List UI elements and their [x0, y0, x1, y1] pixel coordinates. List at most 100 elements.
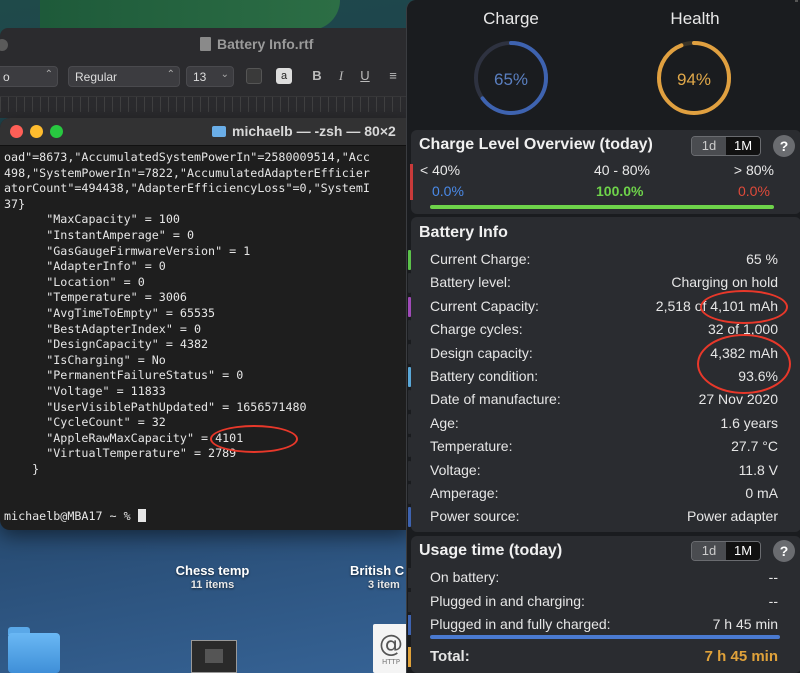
terminal-line: "InstantAmperage" = 0 — [4, 227, 194, 242]
terminal-line: "UserVisiblePathUpdated" = 1656571480 — [4, 399, 307, 414]
terminal-line: "PermanentFailureStatus" = 0 — [4, 368, 244, 383]
row-marker — [408, 591, 411, 612]
info-value: 2,518 of 4,101 mAh — [655, 297, 778, 314]
row-marker — [408, 320, 411, 341]
textedit-ruler — [0, 96, 410, 112]
textedit-toolbar: o ⌃ Regular ⌃ 13 ⌄ a B I U ≡ — [0, 66, 410, 92]
info-label: Amperage: — [430, 485, 499, 501]
period-1d-button[interactable]: 1d — [692, 137, 726, 155]
terminal-cursor — [137, 508, 146, 522]
info-label: Design capacity: — [430, 344, 533, 361]
textedit-window[interactable]: Battery Info.rtf o ⌃ Regular ⌃ 13 ⌄ a B I U… — [0, 28, 410, 118]
font-style-select[interactable]: Regular ⌃ — [68, 66, 180, 87]
overview-labels: < 40% 40 - 80% > 80% — [420, 162, 780, 180]
info-label: Temperature: — [430, 438, 513, 455]
terminal-line: "CycleCount" = 32 — [4, 415, 166, 430]
terminal-line: "AppleRawMaxCapacity" = 4101 — [4, 430, 244, 445]
folder-icon[interactable] — [8, 627, 60, 673]
window-close-button[interactable] — [0, 39, 8, 51]
row-marker — [408, 568, 411, 588]
overview-period-toggle[interactable]: 1d 1M — [691, 136, 761, 156]
row-marker — [408, 507, 411, 528]
battery-info-row: Temperature: 27.7 °C — [408, 435, 788, 458]
usage-value: -- — [768, 569, 778, 585]
overview-mid-value: 100.0% — [596, 183, 644, 199]
battery-info-row: Current Capacity: 2,518 of 4,101 mAh — [408, 295, 788, 318]
terminal-line: "AvgTimeToEmpty" = 65535 — [4, 305, 216, 320]
terminal-line: michaelb@MBA17 ~ % — [4, 508, 138, 523]
terminal-line: "Location" = 0 — [4, 274, 145, 289]
battery-info-row: Battery level: Charging on hold — [408, 271, 788, 294]
info-value: 4,382 mAh — [710, 344, 778, 361]
align-left-icon[interactable]: ≡ — [384, 67, 402, 85]
chevron-down-icon: ⌄ — [220, 69, 229, 80]
battery-info-row: Date of manufacture: 27 Nov 2020 — [408, 388, 788, 411]
usage-total-row: Total: 7 h 45 min — [408, 645, 788, 668]
terminal-line: "GasGaugeFirmwareVersion" = 1 — [4, 243, 251, 258]
overview-title: Charge Level Overview (today) — [419, 136, 653, 153]
minimize-button[interactable] — [30, 125, 43, 138]
info-value: Charging on hold — [671, 274, 778, 291]
underline-button[interactable]: U — [356, 67, 374, 85]
info-label: Date of manufacture: — [430, 391, 561, 408]
row-marker — [408, 273, 411, 294]
terminal-line: } — [4, 461, 40, 476]
info-label: Voltage: — [430, 461, 481, 478]
row-marker — [408, 647, 411, 667]
period-1m-button[interactable]: 1M — [726, 542, 760, 560]
terminal-line: "IsCharging" = No — [4, 352, 166, 367]
usage-label: Plugged in and fully charged: — [430, 616, 611, 632]
usage-help-button[interactable]: ? — [773, 540, 795, 562]
terminal-line: atorCount"=494438,"AdapterEfficiencyLoss… — [4, 181, 370, 196]
http-document-icon[interactable]: @ HTTP — [373, 624, 409, 673]
info-label: Current Capacity: — [430, 297, 539, 314]
terminal-line: "VirtualTemperature" = 2789 — [4, 446, 237, 461]
background-color-swatch[interactable]: a — [276, 68, 292, 84]
overview-high-value: 0.0% — [738, 183, 770, 199]
period-1d-button[interactable]: 1d — [692, 542, 726, 560]
period-1m-button[interactable]: 1M — [726, 137, 760, 155]
close-button[interactable] — [10, 125, 23, 138]
font-size-select[interactable]: 13 ⌄ — [186, 66, 234, 87]
font-family-select[interactable]: o ⌃ — [0, 66, 58, 87]
rings-area: Charge Health 65% 94% — [407, 0, 800, 134]
zoom-button[interactable] — [50, 125, 63, 138]
desktop-item-label: Chess temp — [175, 563, 250, 578]
info-value: 11.8 V — [738, 461, 778, 478]
italic-button[interactable]: I — [332, 67, 350, 85]
overview-help-button[interactable]: ? — [773, 135, 795, 157]
terminal-window[interactable]: michaelb — -zsh — 80×2 oad"=8673,"Accumu… — [0, 118, 410, 530]
updown-icon: ⌃ — [166, 69, 175, 80]
terminal-line: "MaxCapacity" = 100 — [4, 212, 180, 227]
battery-info-row: Battery condition: 93.6% — [408, 365, 788, 388]
battery-info-row: Design capacity: 4,382 mAh — [408, 342, 788, 365]
terminal-line: "Voltage" = 11833 — [4, 383, 166, 398]
terminal-output[interactable]: oad"=8673,"AccumulatedSystemPowerIn"=258… — [4, 150, 410, 524]
row-marker — [408, 250, 411, 270]
desktop-item-chess-temp[interactable]: Chess temp 11 items — [160, 563, 265, 591]
row-marker — [408, 615, 411, 635]
desktop-item-label: British C — [350, 563, 405, 578]
row-marker — [408, 367, 411, 387]
font-size-value: 13 — [193, 70, 207, 84]
desktop-item-british[interactable]: British C 3 item — [350, 563, 410, 591]
usage-period-toggle[interactable]: 1d 1M — [691, 541, 761, 561]
info-label: Power source: — [430, 508, 520, 525]
overview-progress-bar — [430, 205, 774, 209]
text-color-swatch[interactable] — [246, 68, 262, 84]
info-value: 65 % — [746, 251, 778, 267]
battery-info-row: Power source: Power adapter — [408, 505, 788, 528]
document-thumbnail-icon[interactable] — [191, 640, 237, 673]
bold-button[interactable]: B — [308, 67, 326, 85]
terminal-line: "BestAdapterIndex" = 0 — [4, 321, 202, 336]
panel-edge — [795, 0, 798, 2]
health-value: 94% — [676, 70, 712, 89]
row-marker — [408, 413, 411, 434]
desktop-item-count: 3 item — [368, 579, 400, 591]
overview-low-label: < 40% — [420, 162, 461, 178]
at-sign-icon: @ — [379, 630, 403, 658]
info-value: 1.6 years — [720, 414, 778, 431]
terminal-titlebar: michaelb — -zsh — 80×2 — [0, 118, 410, 146]
